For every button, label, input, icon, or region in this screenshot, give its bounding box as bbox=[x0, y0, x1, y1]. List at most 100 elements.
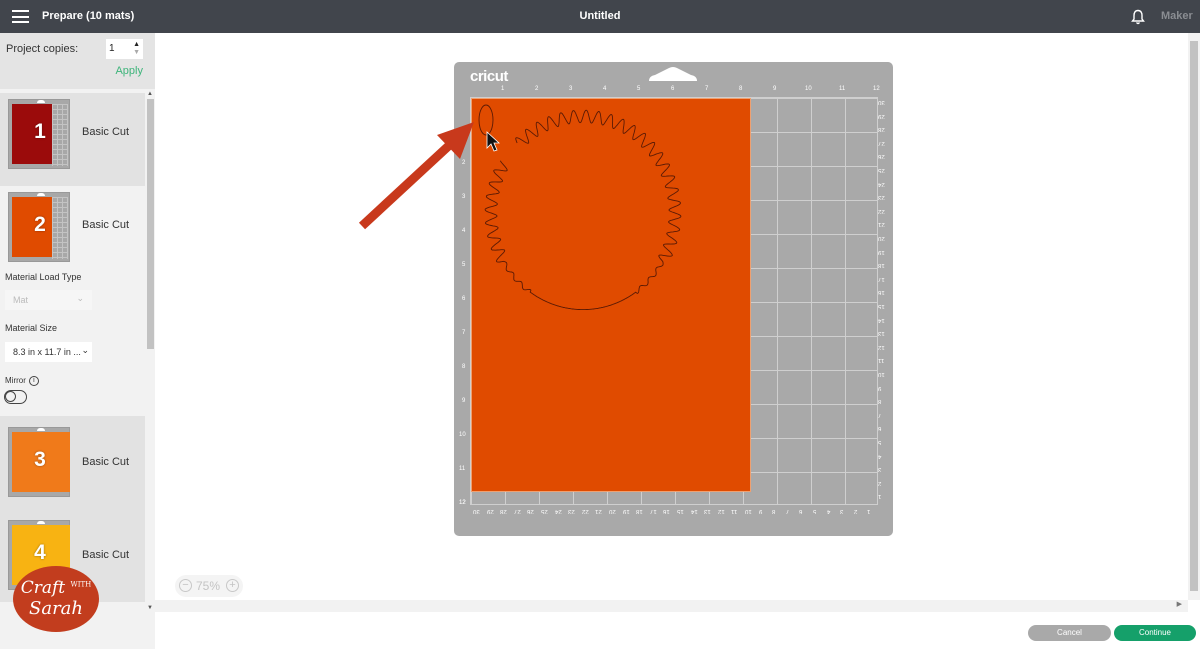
toggle-knob[interactable] bbox=[5, 391, 16, 402]
scroll-down-icon[interactable]: ▼ bbox=[147, 605, 153, 611]
ruler-tick-label: 29 bbox=[486, 508, 494, 514]
stepper-up-icon[interactable]: ▲ bbox=[133, 41, 140, 48]
mat-thumbnail: 1 bbox=[8, 99, 70, 169]
ruler-tick-label: 17 bbox=[649, 508, 657, 514]
ruler-tick-label: 13 bbox=[878, 330, 885, 337]
canvas-scroll-thumb[interactable] bbox=[1190, 41, 1198, 591]
ruler-tick-label: 7 bbox=[878, 411, 882, 418]
ruler-tick-label: 24 bbox=[878, 180, 885, 187]
ruler-tick-label: 25 bbox=[878, 167, 885, 173]
ruler-tick-label: 13 bbox=[704, 508, 711, 514]
ruler-tick-label: 20 bbox=[609, 508, 616, 514]
ruler-tick-label: 27 bbox=[513, 508, 521, 514]
zoom-out-icon[interactable]: − bbox=[179, 579, 192, 592]
mat-item-1[interactable]: 1 Basic Cut bbox=[0, 93, 145, 186]
ruler-tick-label: 6 bbox=[878, 425, 882, 432]
mat-notch bbox=[37, 521, 45, 524]
info-icon[interactable]: i bbox=[28, 376, 39, 386]
logo-line1: Craft bbox=[20, 578, 66, 598]
canvas-horizontal-scrollbar[interactable]: ▶ bbox=[155, 600, 1188, 612]
ruler-tick-label: 9 bbox=[462, 398, 466, 404]
material-size-value: 8.3 in x 11.7 in ... bbox=[13, 347, 81, 357]
mat-number: 3 bbox=[34, 448, 46, 471]
stepper-down-icon[interactable]: ▼ bbox=[133, 49, 140, 56]
sidebar: Project copies: 1 ▲ ▼ Apply 1 Basic Cut … bbox=[0, 33, 155, 649]
ruler-tick-label: 21 bbox=[595, 508, 603, 514]
ruler-tick-label: 23 bbox=[568, 508, 575, 514]
chevron-down-icon[interactable]: ⌄ bbox=[81, 345, 89, 356]
ruler-tick-label: 14 bbox=[878, 316, 885, 323]
ruler-tick-label: 11 bbox=[878, 357, 885, 364]
bell-icon[interactable] bbox=[1131, 9, 1145, 25]
sidebar-scroll-thumb[interactable] bbox=[147, 99, 154, 349]
mat-cut-type: Basic Cut bbox=[82, 549, 130, 561]
mat-number: 2 bbox=[34, 213, 46, 236]
ruler-tick-label: 20 bbox=[878, 235, 885, 241]
ruler-tick-label: 8 bbox=[462, 364, 466, 370]
ruler-tick-label: 5 bbox=[878, 439, 882, 445]
cut-design[interactable] bbox=[471, 98, 751, 492]
ruler-tick-label: 26 bbox=[878, 153, 885, 160]
ruler-tick-label: 7 bbox=[462, 330, 466, 336]
continue-button[interactable]: Continue bbox=[1114, 625, 1196, 641]
ruler-tick-label: 9 bbox=[773, 86, 777, 92]
mat-number: 1 bbox=[34, 120, 46, 143]
ruler-tick-label: 4 bbox=[878, 452, 882, 459]
mat-preview-canvas: cricut 1 2 3 4 5 6 7 8 9 10 11 12 2 3 4 5 6 7 8 9 10 11 12 30… bbox=[155, 33, 1190, 600]
ruler-tick-label: 5 bbox=[462, 262, 466, 268]
mat-item-2[interactable]: 2 Basic Cut bbox=[0, 186, 145, 279]
mat-item-3[interactable]: 3 Basic Cut bbox=[0, 416, 145, 509]
ruler-tick-label: 19 bbox=[622, 508, 630, 514]
ruler-tick-label: 18 bbox=[636, 508, 643, 514]
ruler-tick-label: 1 bbox=[878, 493, 882, 500]
cutting-mat: cricut 1 2 3 4 5 6 7 8 9 10 11 12 2 3 4 5 6 7 8 9 10 11 12 30… bbox=[454, 62, 893, 536]
material-size-label: Material Size bbox=[5, 323, 58, 333]
ruler-tick-label: 6 bbox=[671, 86, 675, 92]
ruler-tick-label: 7 bbox=[785, 508, 790, 514]
ruler-tick-label: 12 bbox=[878, 343, 885, 350]
project-copies-value[interactable]: 1 bbox=[109, 43, 115, 54]
ruler-tick-label: 3 bbox=[569, 86, 573, 92]
ruler-tick-label: 2 bbox=[853, 508, 858, 514]
hamburger-menu-icon[interactable] bbox=[12, 10, 29, 23]
ruler-tick-label: 5 bbox=[813, 508, 817, 514]
ruler-tick-label: 30 bbox=[878, 99, 885, 105]
material-load-type-value: Mat bbox=[13, 295, 29, 305]
ruler-tick-label: 21 bbox=[878, 221, 885, 228]
zoom-level: 75% bbox=[196, 579, 221, 593]
scalloped-circle-shape bbox=[484, 109, 682, 311]
ruler-tick-label: 2 bbox=[878, 479, 882, 486]
ruler-tick-label: 11 bbox=[731, 508, 738, 514]
project-copies-stepper[interactable]: 1 ▲ ▼ bbox=[106, 39, 143, 59]
mirror-toggle[interactable] bbox=[4, 390, 27, 404]
scroll-up-icon[interactable]: ▲ bbox=[147, 91, 153, 97]
ruler-tick-label: 4 bbox=[826, 508, 830, 514]
ruler-tick-label: 9 bbox=[758, 508, 762, 514]
ruler-tick-label: 30 bbox=[473, 508, 480, 514]
ruler-tick-label: 6 bbox=[799, 508, 803, 514]
ruler-tick-label: 4 bbox=[603, 86, 607, 92]
ruler-tick-label: 10 bbox=[459, 432, 466, 438]
ruler-tick-label: 2 bbox=[462, 160, 466, 166]
canvas-vertical-scrollbar[interactable] bbox=[1188, 33, 1200, 600]
cancel-button[interactable]: Cancel bbox=[1028, 625, 1111, 641]
logo-with: WITH bbox=[70, 580, 92, 589]
ruler-tick-label: 7 bbox=[705, 86, 709, 92]
logo-line2: Sarah bbox=[29, 598, 83, 619]
ruler-tick-label: 5 bbox=[637, 86, 641, 92]
mat-number: 4 bbox=[34, 541, 46, 564]
ruler-tick-label: 10 bbox=[805, 86, 812, 92]
prepare-title: Prepare (10 mats) bbox=[42, 10, 135, 22]
machine-label[interactable]: Maker bbox=[1161, 10, 1193, 22]
zoom-in-icon[interactable]: + bbox=[226, 579, 239, 592]
ruler-tick-label: 8 bbox=[772, 508, 776, 514]
mat-cut-type: Basic Cut bbox=[82, 126, 130, 138]
scroll-right-icon[interactable]: ▶ bbox=[1177, 600, 1182, 608]
material-load-type-label: Material Load Type bbox=[5, 272, 82, 282]
ruler-tick-label: 18 bbox=[878, 262, 885, 269]
material-size-select[interactable]: 8.3 in x 11.7 in ... ⌄ bbox=[5, 342, 92, 362]
sidebar-scrollbar[interactable]: ▲ ▼ bbox=[145, 91, 155, 611]
ruler-tick-label: 22 bbox=[581, 508, 589, 514]
apply-button[interactable]: Apply bbox=[115, 65, 143, 77]
ruler-tick-label: 8 bbox=[739, 86, 743, 92]
